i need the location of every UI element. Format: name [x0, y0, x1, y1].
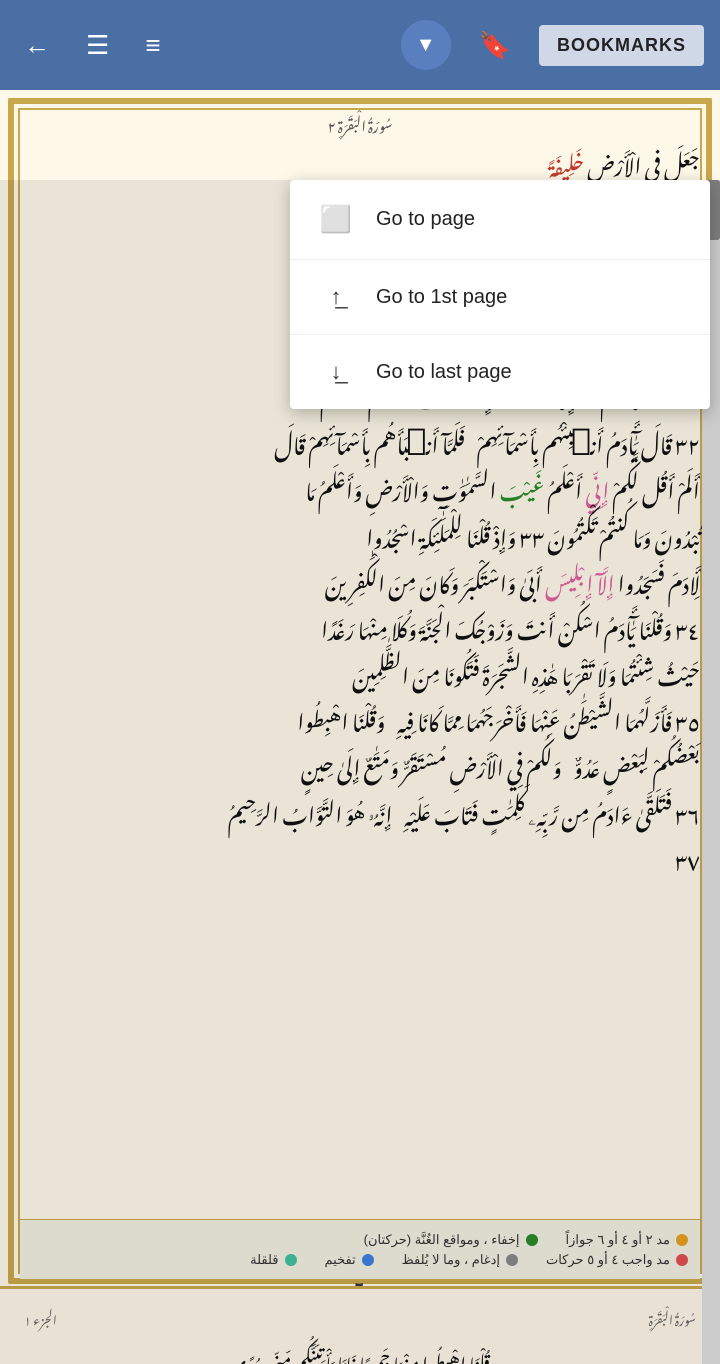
go-to-page-item[interactable]: ⬜ Go to page	[290, 180, 710, 260]
go-to-first-page-item[interactable]: ↑̲ Go to 1st page	[290, 260, 710, 335]
dropdown-menu: ⬜ Go to page ↑̲ Go to 1st page ↓̲ Go to …	[290, 180, 710, 409]
go-to-first-icon: ↑̲	[318, 284, 354, 310]
go-to-page-icon: ⬜	[318, 204, 354, 235]
go-to-last-icon: ↓̲	[318, 359, 354, 385]
go-to-first-label: Go to 1st page	[376, 286, 507, 309]
hamburger-menu-button[interactable]: ☰	[78, 22, 117, 69]
main-content: سُورَةُ الْبَقَرَةِ ٢ جَعَلَ فِي الْأَرْ…	[0, 90, 720, 1364]
go-to-last-label: Go to last page	[376, 361, 512, 384]
dropdown-arrow-icon: ▼	[416, 34, 436, 57]
go-to-page-label: Go to page	[376, 208, 475, 231]
bookmark-icon-button[interactable]: 🔖	[471, 22, 519, 69]
toolbar: ← ☰ ≡ ▼ 🔖 BOOKMARKS	[0, 0, 720, 90]
back-button[interactable]: ←	[16, 22, 58, 69]
list-menu-button[interactable]: ≡	[137, 22, 168, 69]
go-to-last-page-item[interactable]: ↓̲ Go to last page	[290, 335, 710, 409]
dropdown-button[interactable]: ▼	[401, 20, 451, 70]
bookmarks-button[interactable]: BOOKMARKS	[539, 25, 704, 66]
